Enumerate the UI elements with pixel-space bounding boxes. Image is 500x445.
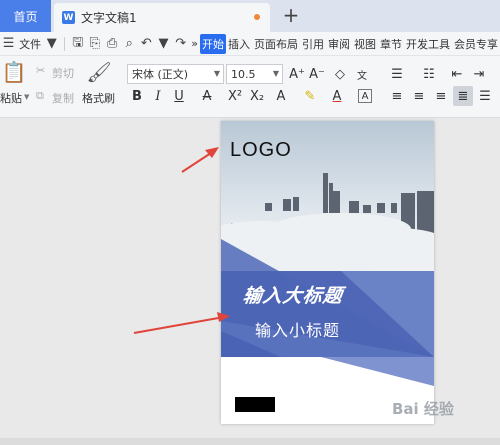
arrow-to-logo-icon — [181, 147, 219, 173]
status-bar — [0, 438, 500, 445]
annotation-arrows — [133, 147, 230, 334]
arrow-to-title-icon — [133, 312, 230, 334]
baidu-watermark: Bai 经验 — [392, 400, 454, 418]
